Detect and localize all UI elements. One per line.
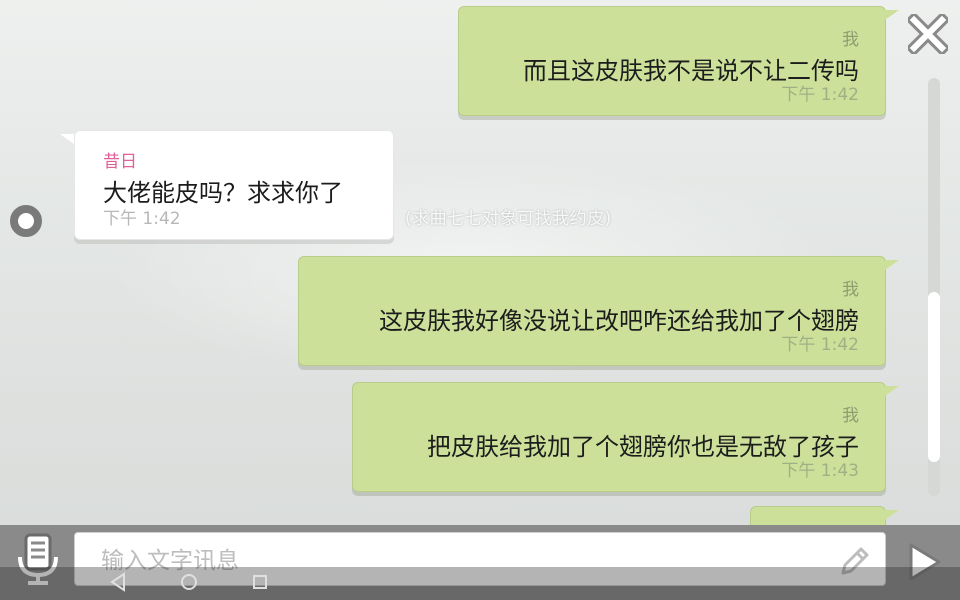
message-text: 大佬能皮吗？求求你了 [103,179,343,207]
sender-name: 我 [842,30,859,50]
sender-name: 我 [842,280,859,300]
close-icon [908,14,948,54]
nav-back-icon [110,572,125,592]
nav-home-button[interactable] [178,571,200,595]
bubble-tail [885,386,899,396]
bubble-tail [60,134,74,144]
nav-back-button[interactable] [108,571,128,595]
system-navigation-bar [0,567,960,600]
bubble-tail [885,260,899,270]
message-time: 下午 1:42 [781,335,859,355]
close-button[interactable] [906,12,950,56]
nav-home-icon [181,574,197,590]
sender-name: 我 [842,406,859,426]
message-time: 下午 1:42 [781,85,859,105]
sender-name: 昔日 [103,152,137,172]
bubble-tail [885,10,899,20]
chat-scrollbar-thumb[interactable] [928,292,940,462]
nav-recent-icon [253,575,267,589]
nav-recent-button[interactable] [250,571,270,595]
chat-bubble-other: 昔日 大佬能皮吗？求求你了 下午 1:42 [74,130,394,240]
side-ring-icon[interactable] [10,205,42,237]
message-time: 下午 1:42 [103,209,181,229]
bubble-tail [885,510,899,520]
chat-bubble-me: 我 把皮肤给我加了个翅膀你也是无敌了孩子 下午 1:43 [352,382,886,492]
chat-bubble-me: 我 而且这皮肤我不是说不让二传吗 下午 1:42 [458,6,886,116]
chat-bubble-me: 我 这皮肤我好像没说让改吧咋还给我加了个翅膀 下午 1:42 [298,256,886,366]
background-watermark-text: (求曲七七对象可找我约皮) [405,209,612,229]
message-time: 下午 1:43 [781,461,859,481]
